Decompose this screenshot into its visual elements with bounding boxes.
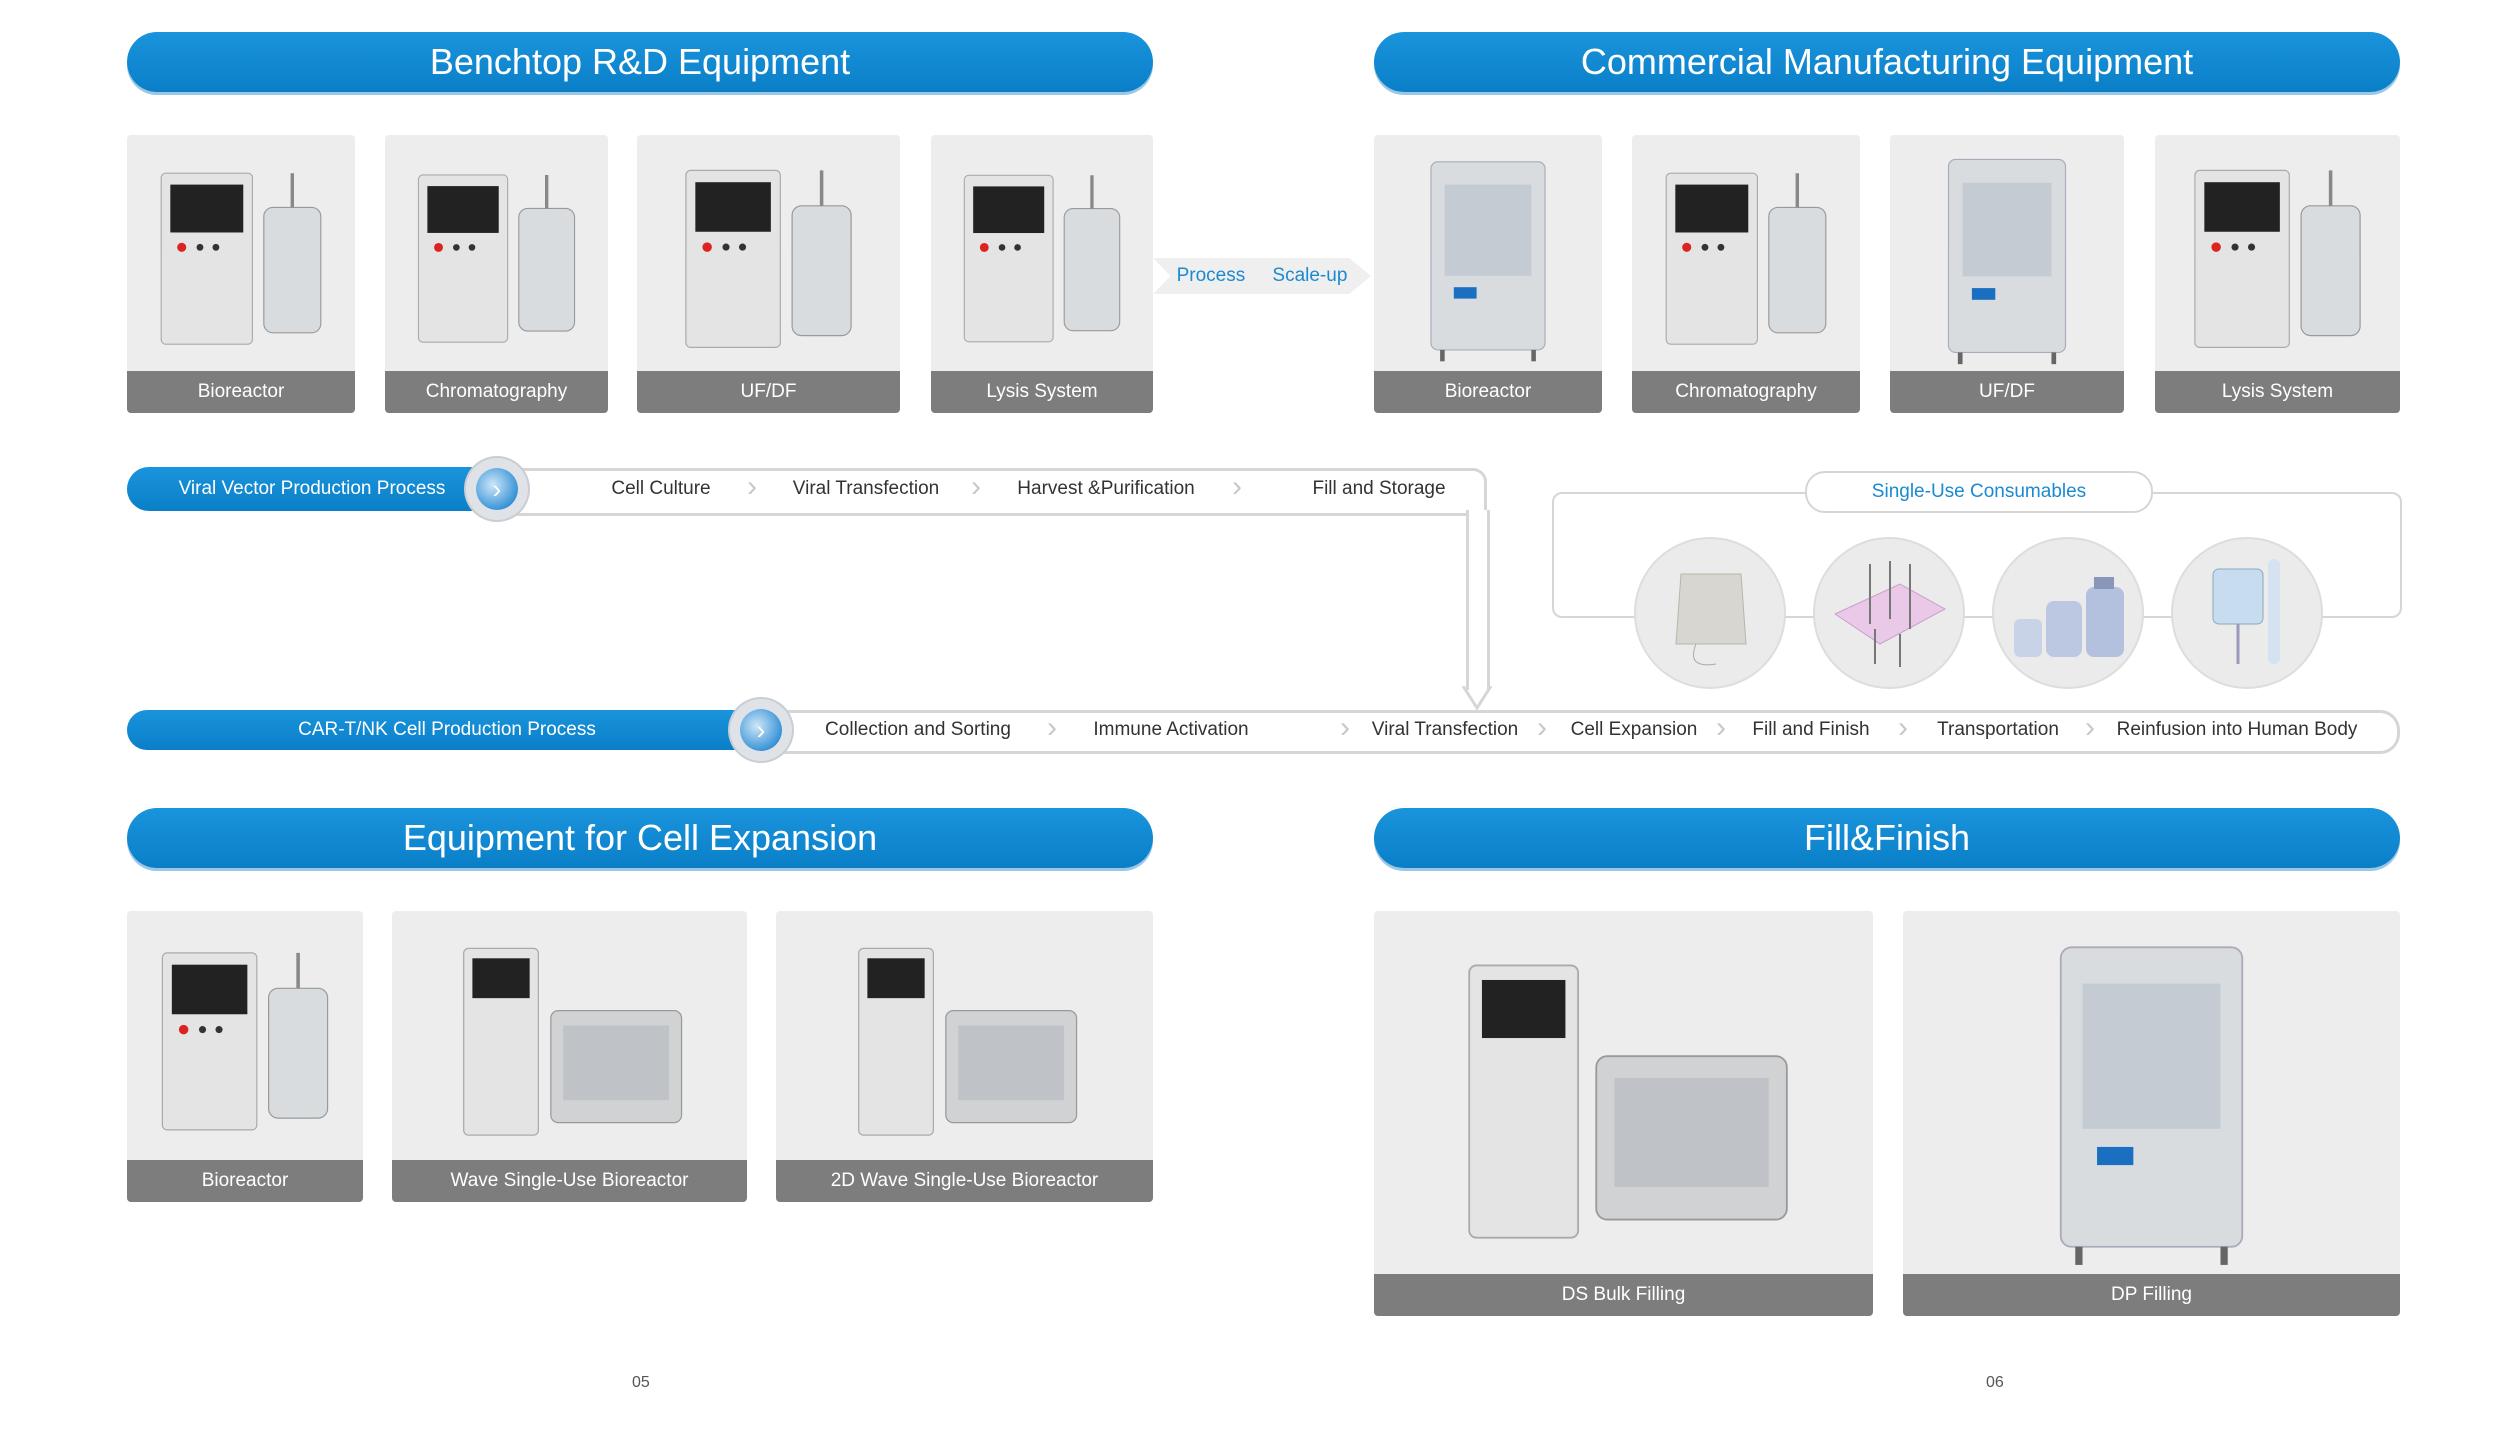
commercial-header: Commercial Manufacturing Equipment (1374, 32, 2400, 92)
cart-step: Viral Transfection (1371, 719, 1519, 740)
commercial-bioreactor-card[interactable]: Bioreactor (1374, 135, 1602, 413)
expansion-bioreactor-card[interactable]: Bioreactor (127, 911, 363, 1202)
benchtop-header: Benchtop R&D Equipment (127, 32, 1153, 92)
chevron-right-icon: › (1898, 711, 1908, 744)
chevron-right-icon: › (747, 470, 757, 503)
card-label: Bioreactor (127, 1160, 363, 1202)
viral-vector-chevron-icon: › (466, 458, 528, 520)
cart-step: Cell Expansion (1570, 719, 1698, 740)
dp-filling-card[interactable]: DP Filling (1903, 911, 2400, 1316)
card-label: Bioreactor (1374, 371, 1602, 413)
consumables-label: Single-Use Consumables (1805, 471, 2153, 513)
page-number-right: 06 (1986, 1374, 2004, 1391)
process-label: Process (1176, 265, 1246, 286)
card-label: Lysis System (2155, 371, 2400, 413)
chevron-right-icon: › (1537, 711, 1547, 744)
card-label: 2D Wave Single-Use Bioreactor (776, 1160, 1153, 1202)
viral-vector-label: Viral Vector Production Process (127, 467, 497, 511)
chromatography-image (1665, 172, 1827, 345)
benchtop-lysis-card[interactable]: Lysis System (931, 135, 1153, 413)
brochure-spread: Benchtop R&D Equipment Commercial Manufa… (0, 0, 2516, 1445)
card-label: DP Filling (1903, 1274, 2400, 1316)
card-label: Wave Single-Use Bioreactor (392, 1160, 747, 1202)
cart-step: Immune Activation (1093, 719, 1249, 740)
benchtop-chromatography-card[interactable]: Chromatography (385, 135, 608, 413)
bag-consumable-image (1634, 537, 1786, 689)
vv-step: Fill and Storage (1312, 478, 1446, 499)
chevron-right-icon: › (1047, 711, 1057, 744)
card-label: DS Bulk Filling (1374, 1274, 1873, 1316)
vv-step: Cell Culture (611, 478, 711, 499)
card-label: Lysis System (931, 371, 1153, 413)
chromatography-image (417, 174, 576, 343)
bioreactor-image (160, 172, 322, 345)
ds-bulk-filling-card[interactable]: DS Bulk Filling (1374, 911, 1873, 1316)
card-label: Chromatography (1632, 371, 1860, 413)
dp-filling-image (2059, 946, 2244, 1265)
ds-bulk-filling-image (1468, 964, 1788, 1239)
cart-step: Reinfusion into Human Body (2116, 719, 2358, 740)
card-label: Bioreactor (127, 371, 355, 413)
cart-label: CAR-T/NK Cell Production Process (127, 710, 767, 750)
bottles-consumable-image (1992, 537, 2144, 689)
chevron-right-icon: › (2085, 711, 2095, 744)
cart-step: Collection and Sorting (825, 719, 1011, 740)
page-number-left: 05 (632, 1374, 650, 1391)
commercial-ufdf-card[interactable]: UF/DF (1890, 135, 2124, 413)
vv-step: Harvest &Purification (1017, 478, 1195, 499)
commercial-chromatography-card[interactable]: Chromatography (1632, 135, 1860, 413)
connector-line (1466, 510, 1490, 690)
commercial-lysis-card[interactable]: Lysis System (2155, 135, 2400, 413)
tubing-consumable-image (1813, 537, 1965, 689)
2d-wave-bioreactor-card[interactable]: 2D Wave Single-Use Bioreactor (776, 911, 1153, 1202)
card-label: Chromatography (385, 371, 608, 413)
lysis-system-image (2194, 169, 2361, 348)
chevron-right-icon: › (1340, 711, 1350, 744)
cart-step: Fill and Finish (1752, 719, 1870, 740)
fill-finish-header: Fill&Finish (1374, 808, 2400, 868)
ufdf-image (685, 169, 852, 348)
connector-arrow-icon (1461, 686, 1493, 710)
chevron-right-icon: › (1716, 711, 1726, 744)
benchtop-ufdf-card[interactable]: UF/DF (637, 135, 900, 413)
card-label: UF/DF (637, 371, 900, 413)
bioreactor-image (161, 952, 329, 1131)
cart-step: Transportation (1937, 719, 2059, 740)
lysis-system-image (963, 174, 1121, 343)
chevron-right-icon: › (971, 470, 981, 503)
card-label: UF/DF (1890, 371, 2124, 413)
wave-bioreactor-card[interactable]: Wave Single-Use Bioreactor (392, 911, 747, 1202)
ufdf-image (1947, 158, 2067, 365)
cart-chevron-icon: › (730, 699, 792, 761)
2d-wave-bioreactor-image (858, 947, 1078, 1136)
chevron-right-icon: › (1232, 470, 1242, 503)
vv-step: Viral Transfection (792, 478, 940, 499)
process-scaleup-arrow: Process Scale-up (1153, 258, 1371, 294)
benchtop-bioreactor-card[interactable]: Bioreactor (127, 135, 355, 413)
iv-bag-consumable-image (2171, 537, 2323, 689)
cell-expansion-header: Equipment for Cell Expansion (127, 808, 1153, 868)
scaleup-label: Scale-up (1272, 265, 1348, 286)
bioreactor-image (1430, 161, 1546, 362)
wave-bioreactor-image (463, 947, 683, 1136)
